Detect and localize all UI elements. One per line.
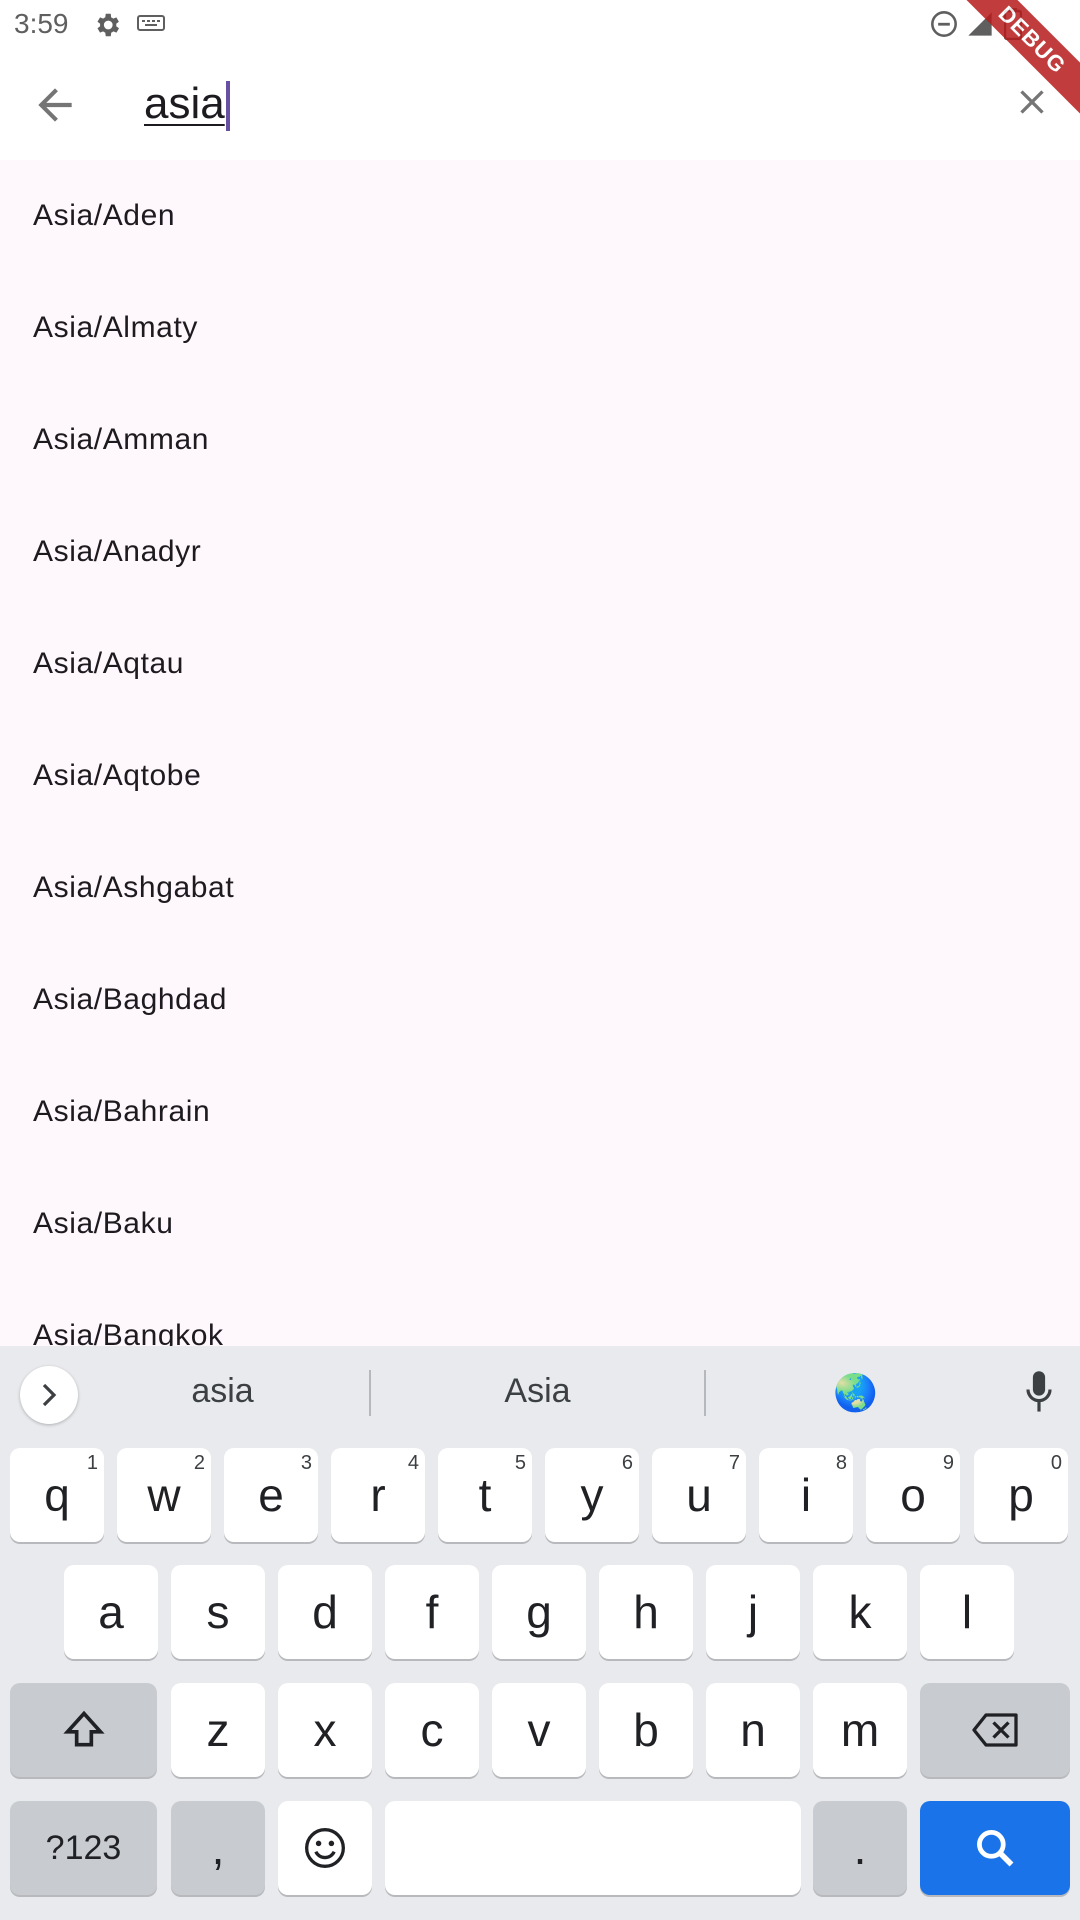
soft-keyboard: asia Asia 🌏 q1 w2 e3 r4 t5 y6 u7 i8 o9 p… <box>0 1346 1080 1920</box>
key-s[interactable]: s <box>171 1565 265 1659</box>
key-f[interactable]: f <box>385 1565 479 1659</box>
key-label: i <box>800 1469 812 1521</box>
key-label: w <box>147 1469 181 1521</box>
list-item[interactable]: Asia/Bangkok <box>0 1280 1080 1346</box>
timezone-results-list: Asia/Aden Asia/Almaty Asia/Amman Asia/An… <box>0 160 1080 1346</box>
suggestion-1[interactable]: asia <box>150 1372 295 1411</box>
key-u[interactable]: u7 <box>652 1448 746 1542</box>
smiley-icon <box>305 1828 345 1868</box>
key-e[interactable]: e3 <box>224 1448 318 1542</box>
shift-key[interactable] <box>10 1683 157 1777</box>
key-h[interactable]: h <box>599 1565 693 1659</box>
chevron-right-icon <box>42 1383 57 1407</box>
symbols-key[interactable]: ?123 <box>10 1801 157 1895</box>
key-y[interactable]: y6 <box>545 1448 639 1542</box>
search-app-bar: asia <box>0 50 1080 160</box>
key-label: p <box>1008 1469 1034 1521</box>
dnd-icon <box>931 11 957 37</box>
key-o[interactable]: o9 <box>866 1448 960 1542</box>
key-n[interactable]: n <box>706 1683 800 1777</box>
key-hint: 1 <box>86 1452 98 1474</box>
key-label: u <box>686 1469 712 1521</box>
list-item[interactable]: Asia/Aqtau <box>0 608 1080 720</box>
key-label: y <box>580 1469 604 1521</box>
key-hint: 8 <box>835 1452 847 1474</box>
key-b[interactable]: b <box>599 1683 693 1777</box>
status-time: 3:59 <box>14 8 69 39</box>
suggestion-3-globe-emoji[interactable]: 🌏 <box>833 1372 878 1414</box>
key-hint: 3 <box>300 1452 312 1474</box>
suggestion-bar: asia Asia 🌏 <box>0 1346 1080 1436</box>
list-item[interactable]: Asia/Ashgabat <box>0 832 1080 944</box>
key-label: t <box>478 1469 492 1521</box>
list-item[interactable]: Asia/Baghdad <box>0 944 1080 1056</box>
search-input-value: asia <box>144 79 225 128</box>
list-item[interactable]: Asia/Aqtobe <box>0 720 1080 832</box>
key-hint: 6 <box>621 1452 633 1474</box>
gear-icon <box>97 13 119 37</box>
key-c[interactable]: c <box>385 1683 479 1777</box>
key-r[interactable]: r4 <box>331 1448 425 1542</box>
list-item[interactable]: Asia/Bahrain <box>0 1056 1080 1168</box>
key-hint: 2 <box>193 1452 205 1474</box>
list-item[interactable]: Asia/Anadyr <box>0 496 1080 608</box>
back-arrow-icon[interactable] <box>30 80 80 130</box>
microphone-icon[interactable] <box>1024 1370 1054 1414</box>
key-hint: 0 <box>1050 1452 1062 1474</box>
text-cursor <box>225 81 230 132</box>
key-t[interactable]: t5 <box>438 1448 532 1542</box>
key-i[interactable]: i8 <box>759 1448 853 1542</box>
key-hint: 4 <box>407 1452 419 1474</box>
key-k[interactable]: k <box>813 1565 907 1659</box>
search-input[interactable]: asia <box>144 74 844 134</box>
suggestion-divider <box>704 1370 706 1416</box>
suggestion-divider <box>369 1370 371 1416</box>
key-label: e <box>258 1469 284 1521</box>
period-key[interactable]: . <box>813 1801 907 1895</box>
backspace-key[interactable] <box>920 1683 1070 1777</box>
key-q[interactable]: q1 <box>10 1448 104 1542</box>
key-w[interactable]: w2 <box>117 1448 211 1542</box>
backspace-icon <box>972 1713 1018 1747</box>
key-label: o <box>900 1469 926 1521</box>
space-bar[interactable] <box>385 1801 801 1895</box>
keyboard-icon <box>137 15 165 31</box>
expand-toolbar-button[interactable] <box>20 1366 78 1424</box>
key-j[interactable]: j <box>706 1565 800 1659</box>
key-g[interactable]: g <box>492 1565 586 1659</box>
emoji-key[interactable] <box>278 1801 372 1895</box>
key-a[interactable]: a <box>64 1565 158 1659</box>
symbols-key-label: ?123 <box>45 1828 122 1867</box>
list-item[interactable]: Asia/Almaty <box>0 272 1080 384</box>
suggestion-2[interactable]: Asia <box>465 1372 610 1411</box>
key-z[interactable]: z <box>171 1683 265 1777</box>
key-hint: 9 <box>942 1452 954 1474</box>
shift-arrow-icon <box>62 1710 105 1747</box>
list-item[interactable]: Asia/Baku <box>0 1168 1080 1280</box>
list-item[interactable]: Asia/Amman <box>0 384 1080 496</box>
key-p[interactable]: p0 <box>974 1448 1068 1542</box>
list-item[interactable]: Asia/Aden <box>0 160 1080 272</box>
comma-key[interactable]: , <box>171 1801 265 1895</box>
key-l[interactable]: l <box>920 1565 1014 1659</box>
close-icon[interactable] <box>1012 82 1052 122</box>
key-d[interactable]: d <box>278 1565 372 1659</box>
key-x[interactable]: x <box>278 1683 372 1777</box>
search-key[interactable] <box>920 1801 1070 1895</box>
key-hint: 7 <box>728 1452 740 1474</box>
key-hint: 5 <box>514 1452 526 1474</box>
key-m[interactable]: m <box>813 1683 907 1777</box>
status-bar: 3:59 DEBUG <box>0 0 1080 124</box>
key-label: q <box>44 1469 70 1521</box>
key-label: r <box>370 1469 386 1521</box>
search-icon <box>977 1830 1014 1867</box>
key-v[interactable]: v <box>492 1683 586 1777</box>
